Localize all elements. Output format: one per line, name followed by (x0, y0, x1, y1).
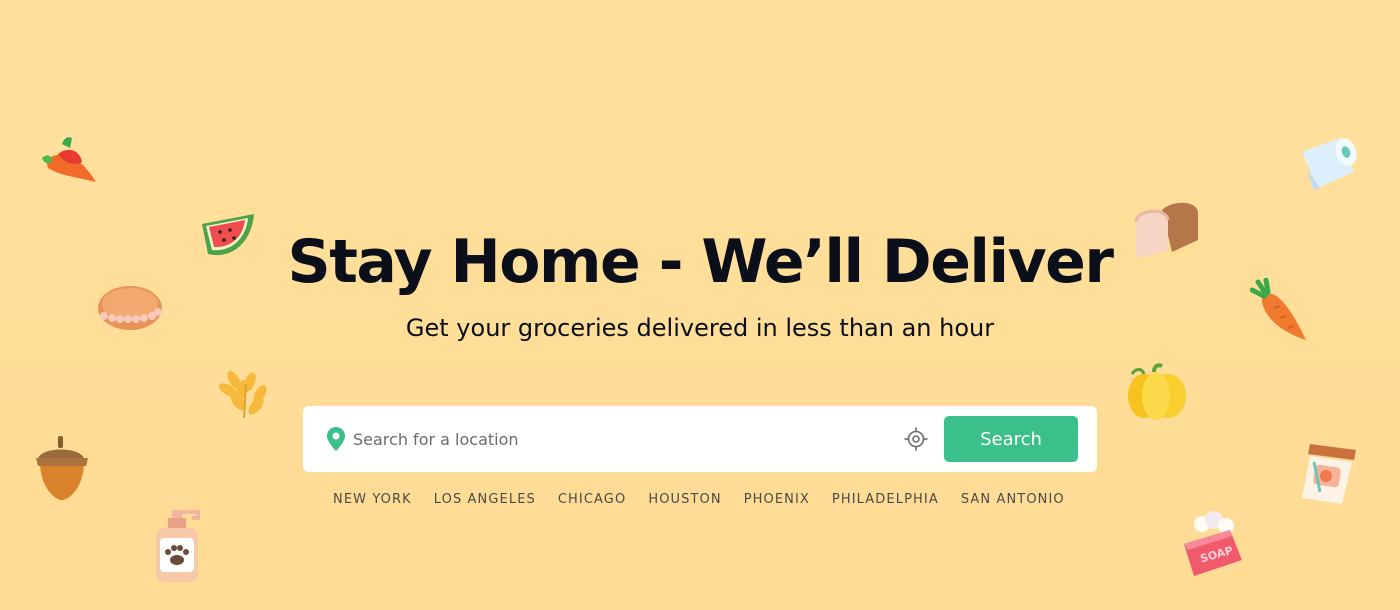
popular-cities-list: NEW YORK LOS ANGELES CHICAGO HOUSTON PHO… (322, 490, 1076, 510)
city-link-philadelphia[interactable]: PHILADELPHIA (821, 490, 950, 510)
city-link-chicago[interactable]: CHICAGO (547, 490, 637, 510)
current-location-icon[interactable] (904, 427, 928, 451)
location-search-input[interactable] (353, 420, 893, 458)
city-link-los-angeles[interactable]: LOS ANGELES (423, 490, 547, 510)
wheat-icon (218, 370, 267, 419)
city-link-new-york[interactable]: NEW YORK (322, 490, 423, 510)
page-subtitle: Get your groceries delivered in less tha… (405, 314, 995, 342)
location-search-bar: Search (303, 406, 1097, 472)
city-link-phoenix[interactable]: PHOENIX (733, 490, 821, 510)
page-title: Stay Home - We’ll Deliver (287, 227, 1114, 297)
soap-icon: SOAP (1184, 511, 1242, 576)
city-link-houston[interactable]: HOUSTON (637, 490, 732, 510)
search-button[interactable]: Search (944, 416, 1078, 462)
city-link-san-antonio[interactable]: SAN ANTONIO (950, 490, 1076, 510)
chili-pepper-icon (42, 137, 96, 182)
pet-shampoo-bottle-icon (156, 510, 200, 582)
toilet-paper-icon (1302, 138, 1357, 190)
location-pin-icon (327, 427, 345, 451)
pumpkin-icon (1128, 363, 1186, 420)
acorn-icon (36, 436, 88, 500)
coffee-cup-icon (1302, 444, 1356, 504)
